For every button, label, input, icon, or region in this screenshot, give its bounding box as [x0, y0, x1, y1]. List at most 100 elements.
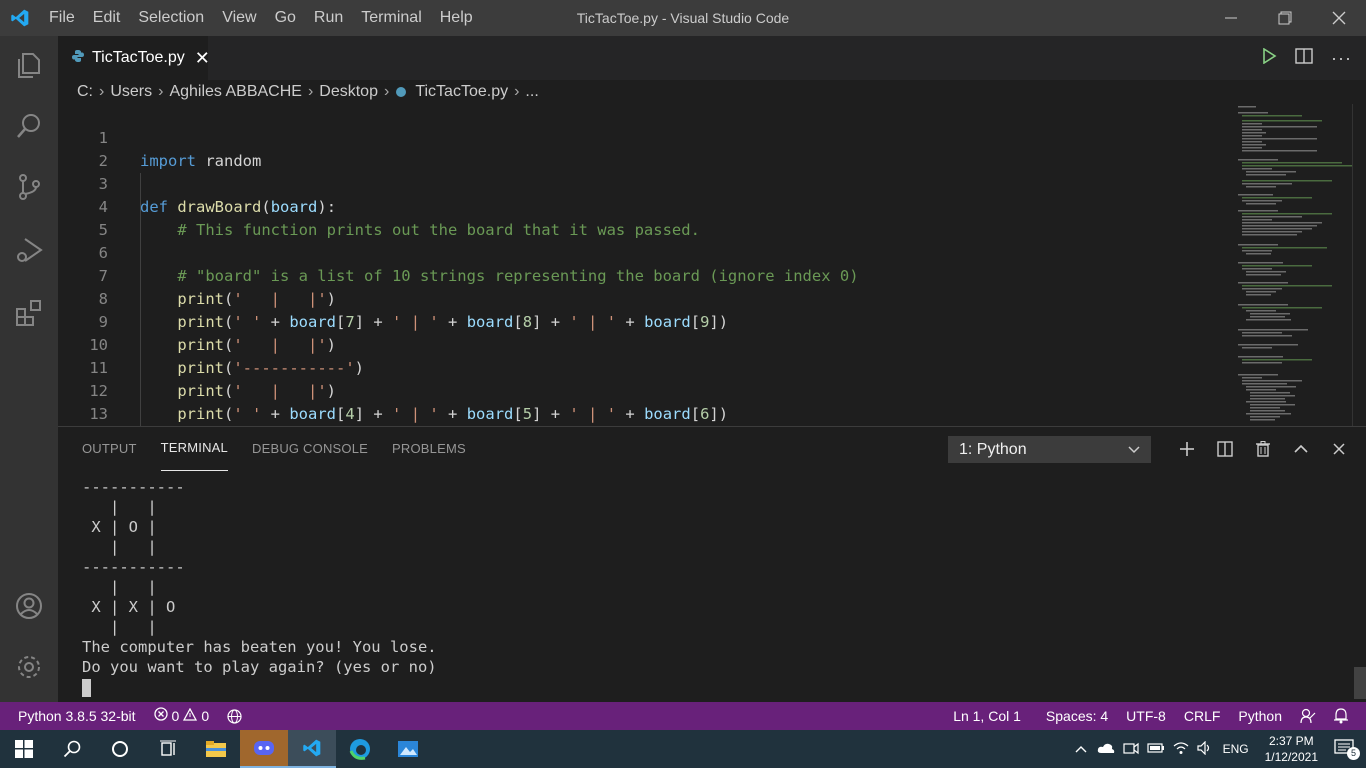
input-language[interactable]: ENG	[1217, 742, 1255, 756]
split-terminal-icon[interactable]	[1206, 427, 1244, 471]
tab-output[interactable]: OUTPUT	[82, 427, 137, 471]
menu-edit[interactable]: Edit	[84, 0, 130, 36]
chevron-up-icon[interactable]	[1069, 742, 1093, 756]
breadcrumb-file[interactable]: TicTacToe.py	[415, 83, 508, 101]
restore-button[interactable]	[1258, 0, 1312, 36]
terminal-line: Do you want to play again? (yes or no)	[82, 658, 437, 676]
windows-start-icon[interactable]	[0, 730, 48, 768]
terminal-output[interactable]: ----------- | | X | O | | | ----------- …	[82, 477, 437, 697]
extensions-icon[interactable]	[0, 288, 58, 338]
code-line: 5	[58, 196, 1228, 239]
feedback-icon[interactable]	[1291, 702, 1325, 730]
wifi-icon[interactable]	[1169, 741, 1193, 758]
terminal-line: | |	[82, 498, 157, 516]
python-file-icon	[395, 86, 407, 98]
breadcrumb-symbol[interactable]: ...	[525, 83, 538, 101]
action-center-icon[interactable]: 5	[1328, 738, 1366, 760]
python-file-icon	[72, 49, 84, 67]
indentation[interactable]: Spaces: 4	[1030, 702, 1117, 730]
notification-count: 5	[1347, 746, 1360, 760]
tab-problems[interactable]: PROBLEMS	[392, 427, 466, 471]
run-python-file-icon[interactable]	[1261, 47, 1277, 69]
run-debug-icon[interactable]	[0, 225, 58, 275]
breadcrumb-drive[interactable]: C:	[77, 83, 93, 101]
code-line: 11 print(' | |')	[58, 334, 1228, 400]
close-panel-icon[interactable]	[1320, 427, 1358, 471]
explorer-icon[interactable]	[0, 40, 58, 90]
code-line: 7 print(' | |')	[58, 242, 1228, 308]
end-of-line[interactable]: CRLF	[1175, 702, 1230, 730]
discord-icon[interactable]	[240, 730, 288, 768]
tab-terminal[interactable]: TERMINAL	[160, 427, 228, 471]
edge-browser-icon[interactable]	[336, 730, 384, 768]
tab-debug-console[interactable]: DEBUG CONSOLE	[252, 427, 368, 471]
search-icon[interactable]	[0, 101, 58, 151]
vscode-taskbar-icon[interactable]	[288, 730, 336, 768]
menu-bar: File Edit Selection View Go Run Terminal…	[40, 0, 482, 36]
chevron-down-icon	[1128, 437, 1140, 462]
warning-count: 0	[201, 708, 210, 724]
breadcrumb-user[interactable]: Aghiles ABBACHE	[169, 83, 302, 101]
chevron-right-icon: ›	[514, 83, 520, 100]
terminal-selector-value: 1: Python	[959, 441, 1027, 458]
warning-icon	[183, 702, 198, 730]
tab-tictactoe[interactable]: TicTacToe.py ✕	[58, 36, 210, 80]
code-line: 1 import random	[58, 104, 1228, 170]
python-interpreter[interactable]: Python 3.8.5 32-bit	[0, 702, 145, 730]
menu-run[interactable]: Run	[305, 0, 352, 36]
terminal-scrollbar[interactable]	[1354, 667, 1366, 699]
breadcrumb-users[interactable]: Users	[110, 83, 152, 101]
source-control-icon[interactable]	[0, 162, 58, 212]
terminal-line: -----------	[82, 558, 185, 576]
volume-icon[interactable]	[1193, 740, 1217, 758]
split-editor-icon[interactable]	[1295, 47, 1313, 69]
language-mode[interactable]: Python	[1229, 702, 1291, 730]
more-actions-icon[interactable]: ···	[1331, 48, 1352, 69]
onedrive-cloud-icon[interactable]	[1093, 742, 1119, 757]
file-explorer-icon[interactable]	[192, 730, 240, 768]
terminal-line: The computer has beaten you! You lose.	[82, 638, 437, 656]
clock[interactable]: 2:37 PM 1/12/2021	[1255, 733, 1328, 765]
task-view-icon[interactable]	[144, 730, 192, 768]
menu-terminal[interactable]: Terminal	[352, 0, 430, 36]
new-terminal-icon[interactable]	[1168, 427, 1206, 471]
terminal-selector[interactable]: 1: Python	[948, 436, 1151, 463]
window-controls	[1204, 0, 1366, 36]
search-icon[interactable]	[48, 730, 96, 768]
settings-gear-icon[interactable]	[0, 642, 58, 692]
battery-icon[interactable]	[1143, 742, 1169, 757]
close-button[interactable]	[1312, 0, 1366, 36]
trash-icon[interactable]	[1244, 427, 1282, 471]
cursor-position[interactable]: Ln 1, Col 1	[944, 702, 1030, 730]
menu-file[interactable]: File	[40, 0, 84, 36]
minimize-button[interactable]	[1204, 0, 1258, 36]
chevron-right-icon: ›	[307, 83, 314, 100]
code-line: 10 print('-----------')	[58, 311, 1228, 377]
menu-help[interactable]: Help	[431, 0, 482, 36]
clock-date: 1/12/2021	[1264, 750, 1318, 764]
breadcrumb-desktop[interactable]: Desktop	[319, 83, 378, 101]
encoding[interactable]: UTF-8	[1117, 702, 1175, 730]
breadcrumb: C: › Users › Aghiles ABBACHE › Desktop › Tic…	[58, 80, 1366, 104]
photos-icon[interactable]	[384, 730, 432, 768]
status-bar-right: Ln 1, Col 1 Spaces: 4 UTF-8 CRLF Python	[944, 702, 1366, 730]
code-line: 2	[58, 127, 1228, 170]
meet-now-icon[interactable]	[1119, 741, 1143, 758]
code-line: 12 print(' ' + board[4] + ' | ' + board[…	[58, 357, 1228, 423]
code-editor[interactable]: 1 import random 2 3 def drawBoard(board)…	[58, 104, 1366, 426]
live-share-globe-icon[interactable]	[218, 702, 251, 730]
menu-selection[interactable]: Selection	[129, 0, 213, 36]
cortana-icon[interactable]	[96, 730, 144, 768]
menu-view[interactable]: View	[213, 0, 265, 36]
problems-status[interactable]: 0 0	[145, 702, 219, 730]
tab-label: TicTacToe.py	[92, 49, 185, 66]
editor-scrollbar[interactable]	[1352, 104, 1366, 426]
activity-bar	[0, 36, 58, 702]
notifications-bell-icon[interactable]	[1325, 702, 1366, 730]
menu-go[interactable]: Go	[266, 0, 305, 36]
tab-close-icon[interactable]: ✕	[195, 48, 210, 69]
minimap[interactable]	[1234, 104, 1354, 426]
maximize-panel-icon[interactable]	[1282, 427, 1320, 471]
code-line: 13 print(' | |')	[58, 380, 1228, 423]
accounts-icon[interactable]	[0, 581, 58, 631]
